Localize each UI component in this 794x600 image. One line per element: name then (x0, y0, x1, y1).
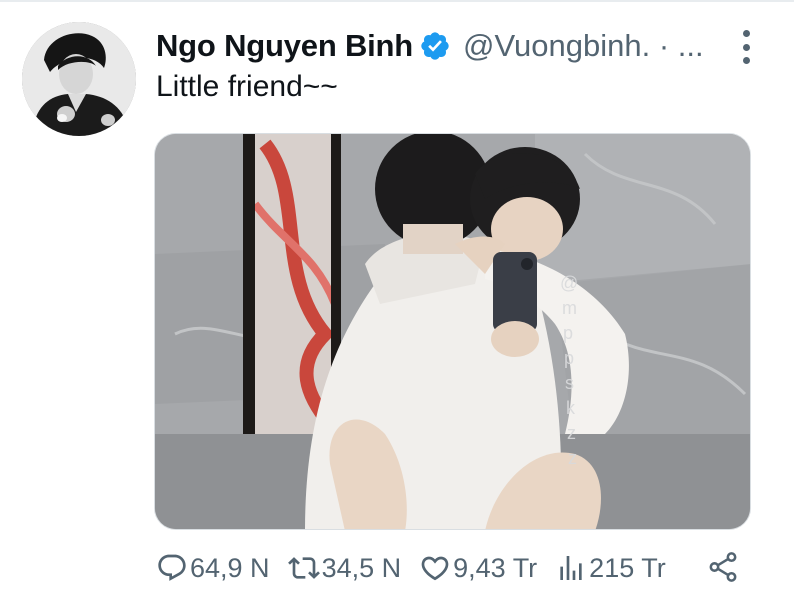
retweet-count: 34,5 N (321, 552, 402, 583)
media-photo: @ m p p s k z z (155, 134, 750, 529)
reply-count: 64,9 N (190, 552, 270, 583)
like-button[interactable]: 9,43 Tr (419, 552, 537, 584)
tweet-header: Ngo Nguyen Binh @Vuongbinh. · ... (156, 26, 704, 66)
views-icon (560, 556, 582, 580)
share-button[interactable] (706, 550, 740, 584)
avatar-image (22, 22, 136, 136)
verified-badge-icon (419, 30, 451, 62)
top-divider (0, 0, 794, 2)
more-dot (742, 43, 750, 51)
views-count: 215 Tr (589, 552, 666, 583)
svg-text:p: p (563, 323, 573, 343)
tweet-media-image[interactable]: @ m p p s k z z (154, 133, 751, 530)
more-dot (742, 30, 750, 37)
svg-text:@: @ (560, 273, 578, 293)
avatar[interactable] (22, 22, 136, 136)
svg-text:s: s (565, 373, 574, 393)
tweet-text: Little friend~~ (156, 70, 338, 103)
more-vertical-icon[interactable] (734, 30, 758, 64)
reply-button[interactable]: 64,9 N (156, 552, 270, 584)
svg-text:z: z (568, 448, 577, 468)
retweet-button[interactable]: 34,5 N (287, 552, 402, 584)
heart-icon (421, 556, 449, 581)
tweet-actions: 64,9 N 34,5 N 9,43 Tr 215 Tr (156, 548, 684, 588)
more-dot (742, 57, 750, 64)
retweet-icon (287, 557, 320, 579)
svg-text:m: m (562, 298, 577, 318)
like-count: 9,43 Tr (453, 552, 538, 583)
views-button[interactable]: 215 Tr (555, 552, 666, 584)
share-icon (709, 552, 737, 582)
svg-text:z: z (567, 423, 576, 443)
reply-icon (158, 554, 186, 581)
user-handle[interactable]: @Vuongbinh. · ... (463, 28, 704, 64)
svg-text:p: p (564, 348, 574, 368)
svg-text:k: k (566, 398, 576, 418)
display-name[interactable]: Ngo Nguyen Binh (156, 28, 413, 64)
